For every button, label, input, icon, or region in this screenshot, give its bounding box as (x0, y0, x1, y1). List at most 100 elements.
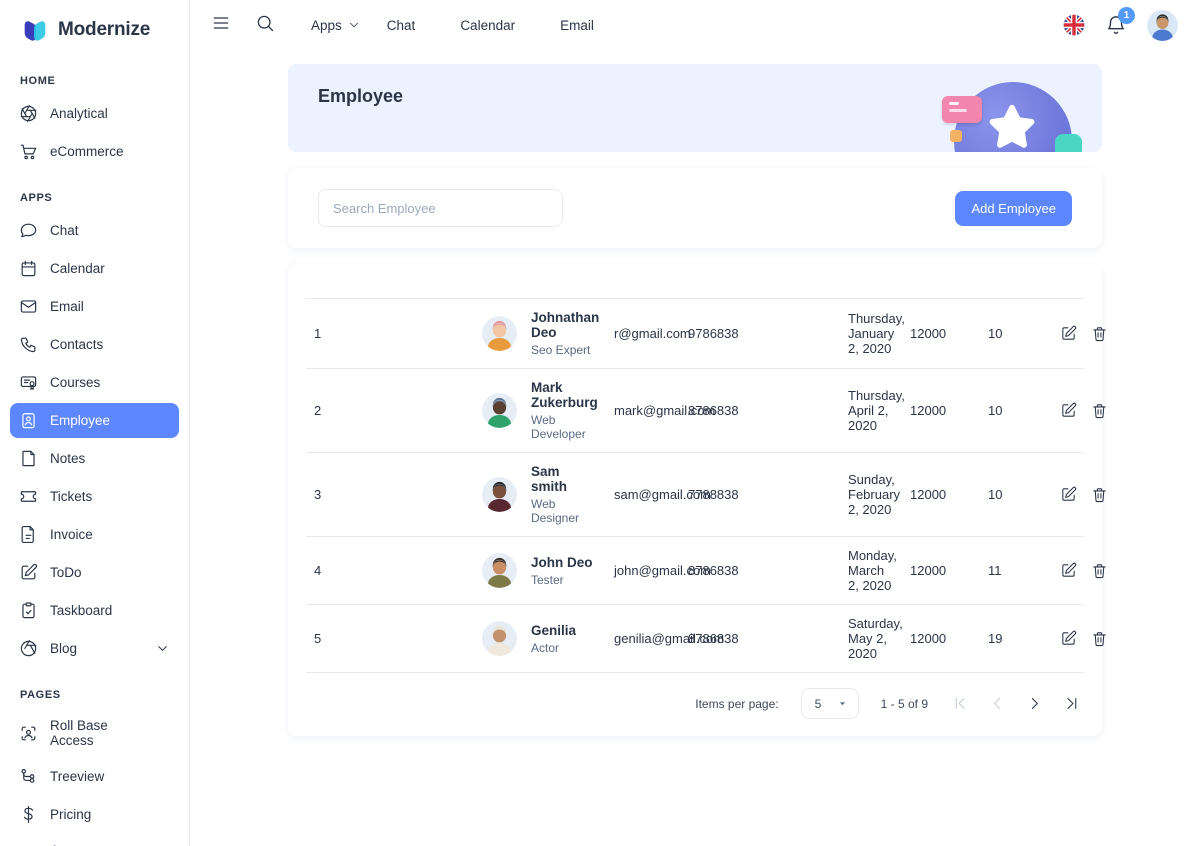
row-number: 1 (306, 299, 474, 369)
chevron-down-icon (155, 603, 170, 618)
employee-join-date: Thursday, January 2, 2020 (840, 299, 902, 369)
sidebar-item-treeview[interactable]: Treeview (10, 759, 179, 794)
sidebar-section-items: Chat Calendar Email (0, 213, 189, 666)
topnav-item-label: Calendar (460, 18, 515, 33)
items-per-page-value: 5 (815, 697, 822, 711)
chevron-down-icon (155, 641, 170, 656)
employee-join-date: Thursday, April 2, 2020 (840, 369, 902, 453)
sidebar-item-calendar[interactable]: Calendar (10, 251, 179, 286)
sidebar-item-icon (19, 221, 38, 240)
logo-icon (20, 15, 50, 45)
notifications-button[interactable]: 1 (1105, 14, 1127, 36)
topnav: Apps Chat Calendar Email (300, 12, 624, 39)
chevron-down-icon (155, 223, 170, 238)
sidebar-item-icon (19, 563, 38, 582)
edit-icon[interactable] (1060, 630, 1077, 647)
search-employee-input[interactable] (318, 189, 563, 227)
employee-avatar (482, 477, 517, 512)
first-page-button[interactable] (952, 695, 969, 712)
illustration-card (942, 96, 982, 123)
sidebar-item-invoice[interactable]: Invoice (10, 517, 179, 552)
trash-icon[interactable] (1091, 486, 1108, 503)
user-avatar[interactable] (1147, 10, 1178, 41)
app-title: Modernize (58, 19, 150, 41)
employee-join-date: Sunday, February 2, 2020 (840, 453, 902, 537)
employee-role: Tester (531, 573, 593, 587)
sidebar-section: HOME Analytical eCommerce (0, 55, 189, 169)
sidebar-item-ecommerce[interactable]: eCommerce (10, 134, 179, 169)
sidebar-item-label: Pricing (50, 807, 91, 822)
employee-name: Mark Zukerburg (531, 380, 598, 410)
row-number: 4 (306, 537, 474, 605)
sidebar-item-email[interactable]: Email (10, 289, 179, 324)
next-page-button[interactable] (1026, 695, 1043, 712)
main-area: Apps Chat Calendar Email (190, 0, 1200, 846)
nav-email[interactable]: Email (549, 12, 624, 39)
sidebar-item-label: Contacts (50, 337, 103, 352)
employee-role: Actor (531, 641, 576, 655)
add-employee-button[interactable]: Add Employee (955, 191, 1072, 226)
employee-name: Johnathan Deo (531, 310, 599, 340)
sidebar-item-taskboard[interactable]: Taskboard (10, 593, 179, 628)
sidebar-item-icon (19, 411, 38, 430)
sidebar-item-account-setting[interactable]: Account Setting (10, 835, 179, 846)
sidebar-section-items: Roll Base Access Treeview Pricing (0, 710, 189, 846)
chevron-down-icon (420, 18, 434, 32)
employee-salary: 12000 (902, 453, 980, 537)
nav-calendar[interactable]: Calendar (449, 12, 545, 39)
sidebar-item-label: Roll Base Access (50, 718, 144, 748)
last-page-button[interactable] (1063, 695, 1080, 712)
employee-table-card: 1 Johnathan Deo Seo Expert (288, 264, 1102, 736)
employee-join-date: Saturday, May 2, 2020 (840, 605, 902, 673)
sidebar-item-chat[interactable]: Chat (10, 213, 179, 248)
trash-icon[interactable] (1091, 325, 1108, 342)
pagination: Items per page: 5 1 - 5 of 9 (306, 673, 1084, 732)
edit-icon[interactable] (1060, 562, 1077, 579)
edit-icon[interactable] (1060, 402, 1077, 419)
sidebar-item-notes[interactable]: Notes (10, 441, 179, 476)
edit-icon[interactable] (1060, 486, 1077, 503)
menu-toggle-button[interactable] (204, 8, 238, 42)
sidebar-item-blog[interactable]: Blog (10, 631, 179, 666)
employee-projects: 10 (980, 299, 1052, 369)
sidebar-item-contacts[interactable]: Contacts (10, 327, 179, 362)
trash-icon[interactable] (1091, 562, 1108, 579)
Sam smith: 3 Sam smith Web Designer (306, 453, 1084, 537)
sidebar-section-label: HOME (0, 55, 189, 93)
employee-mobile: 9786838 (680, 299, 840, 369)
nav-apps[interactable]: Apps (300, 12, 372, 39)
employee-email: john@gmail.com (606, 537, 680, 605)
sidebar-item-roll-base-access[interactable]: Roll Base Access (10, 710, 179, 756)
trash-icon[interactable] (1091, 402, 1108, 419)
language-flag-icon[interactable] (1063, 14, 1085, 36)
chevron-down-icon (155, 769, 170, 784)
sidebar-nav: HOME Analytical eCommerce (0, 55, 189, 846)
items-per-page-select[interactable]: 5 (801, 688, 859, 719)
search-button[interactable] (248, 8, 282, 42)
sidebar-item-courses[interactable]: Courses (10, 365, 179, 400)
nav-chat[interactable]: Chat (376, 12, 446, 39)
sidebar-section-label: APPS (0, 172, 189, 210)
employee-join-date: Monday, March 2, 2020 (840, 537, 902, 605)
sidebar-item-employee[interactable]: Employee (10, 403, 179, 438)
sidebar-item-label: Email (50, 299, 84, 314)
app-logo[interactable]: Modernize (0, 0, 189, 55)
page-banner: Employee (288, 64, 1102, 152)
sidebar-item-icon (19, 449, 38, 468)
table-column-header (606, 266, 680, 299)
sidebar-item-tickets[interactable]: Tickets (10, 479, 179, 514)
sidebar-item-pricing[interactable]: Pricing (10, 797, 179, 832)
table-header-row (306, 266, 1084, 299)
employee-toolbar: Add Employee (288, 168, 1102, 248)
star-icon (983, 100, 1041, 152)
trash-icon[interactable] (1091, 630, 1108, 647)
employee-salary: 12000 (902, 537, 980, 605)
sidebar-item-label: ToDo (50, 565, 82, 580)
sidebar-item-todo[interactable]: ToDo (10, 555, 179, 590)
sidebar-item-analytical[interactable]: Analytical (10, 96, 179, 131)
chevron-down-icon (155, 299, 170, 314)
employee-mobile: 7788838 (680, 453, 840, 537)
chevron-down-icon (155, 261, 170, 276)
edit-icon[interactable] (1060, 325, 1077, 342)
prev-page-button[interactable] (989, 695, 1006, 712)
